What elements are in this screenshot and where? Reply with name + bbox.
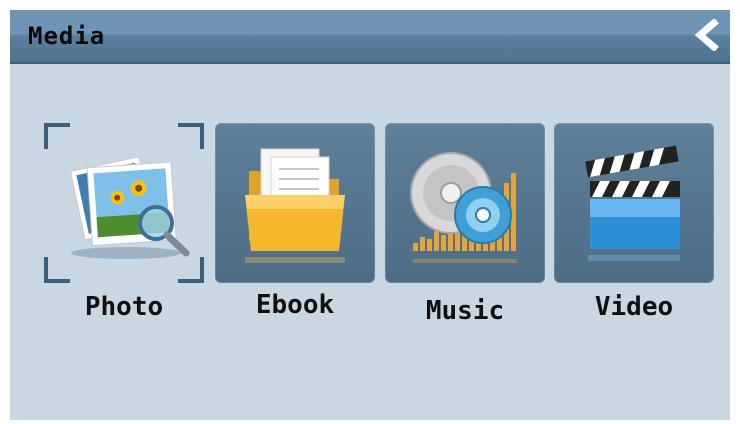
music-cd-icon <box>410 152 517 263</box>
back-arrow-icon <box>694 19 719 51</box>
photo-icon <box>69 156 190 259</box>
music-label: Music <box>425 296 505 326</box>
back-button[interactable] <box>690 16 724 54</box>
ebook-label: Ebook <box>255 290 335 320</box>
clapperboard-icon <box>585 145 680 261</box>
photo-label: Photo <box>84 292 164 322</box>
header-bar: Media <box>10 10 730 64</box>
photo-tile[interactable] <box>44 123 204 283</box>
media-screen: Media Photo Ebook Music Video <box>10 10 730 420</box>
page-title: Media <box>28 22 106 50</box>
video-label: Video <box>594 292 674 322</box>
video-tile[interactable] <box>554 123 714 283</box>
ebook-tile[interactable] <box>215 123 375 283</box>
music-tile[interactable] <box>385 123 545 283</box>
folder-icon <box>245 148 345 263</box>
